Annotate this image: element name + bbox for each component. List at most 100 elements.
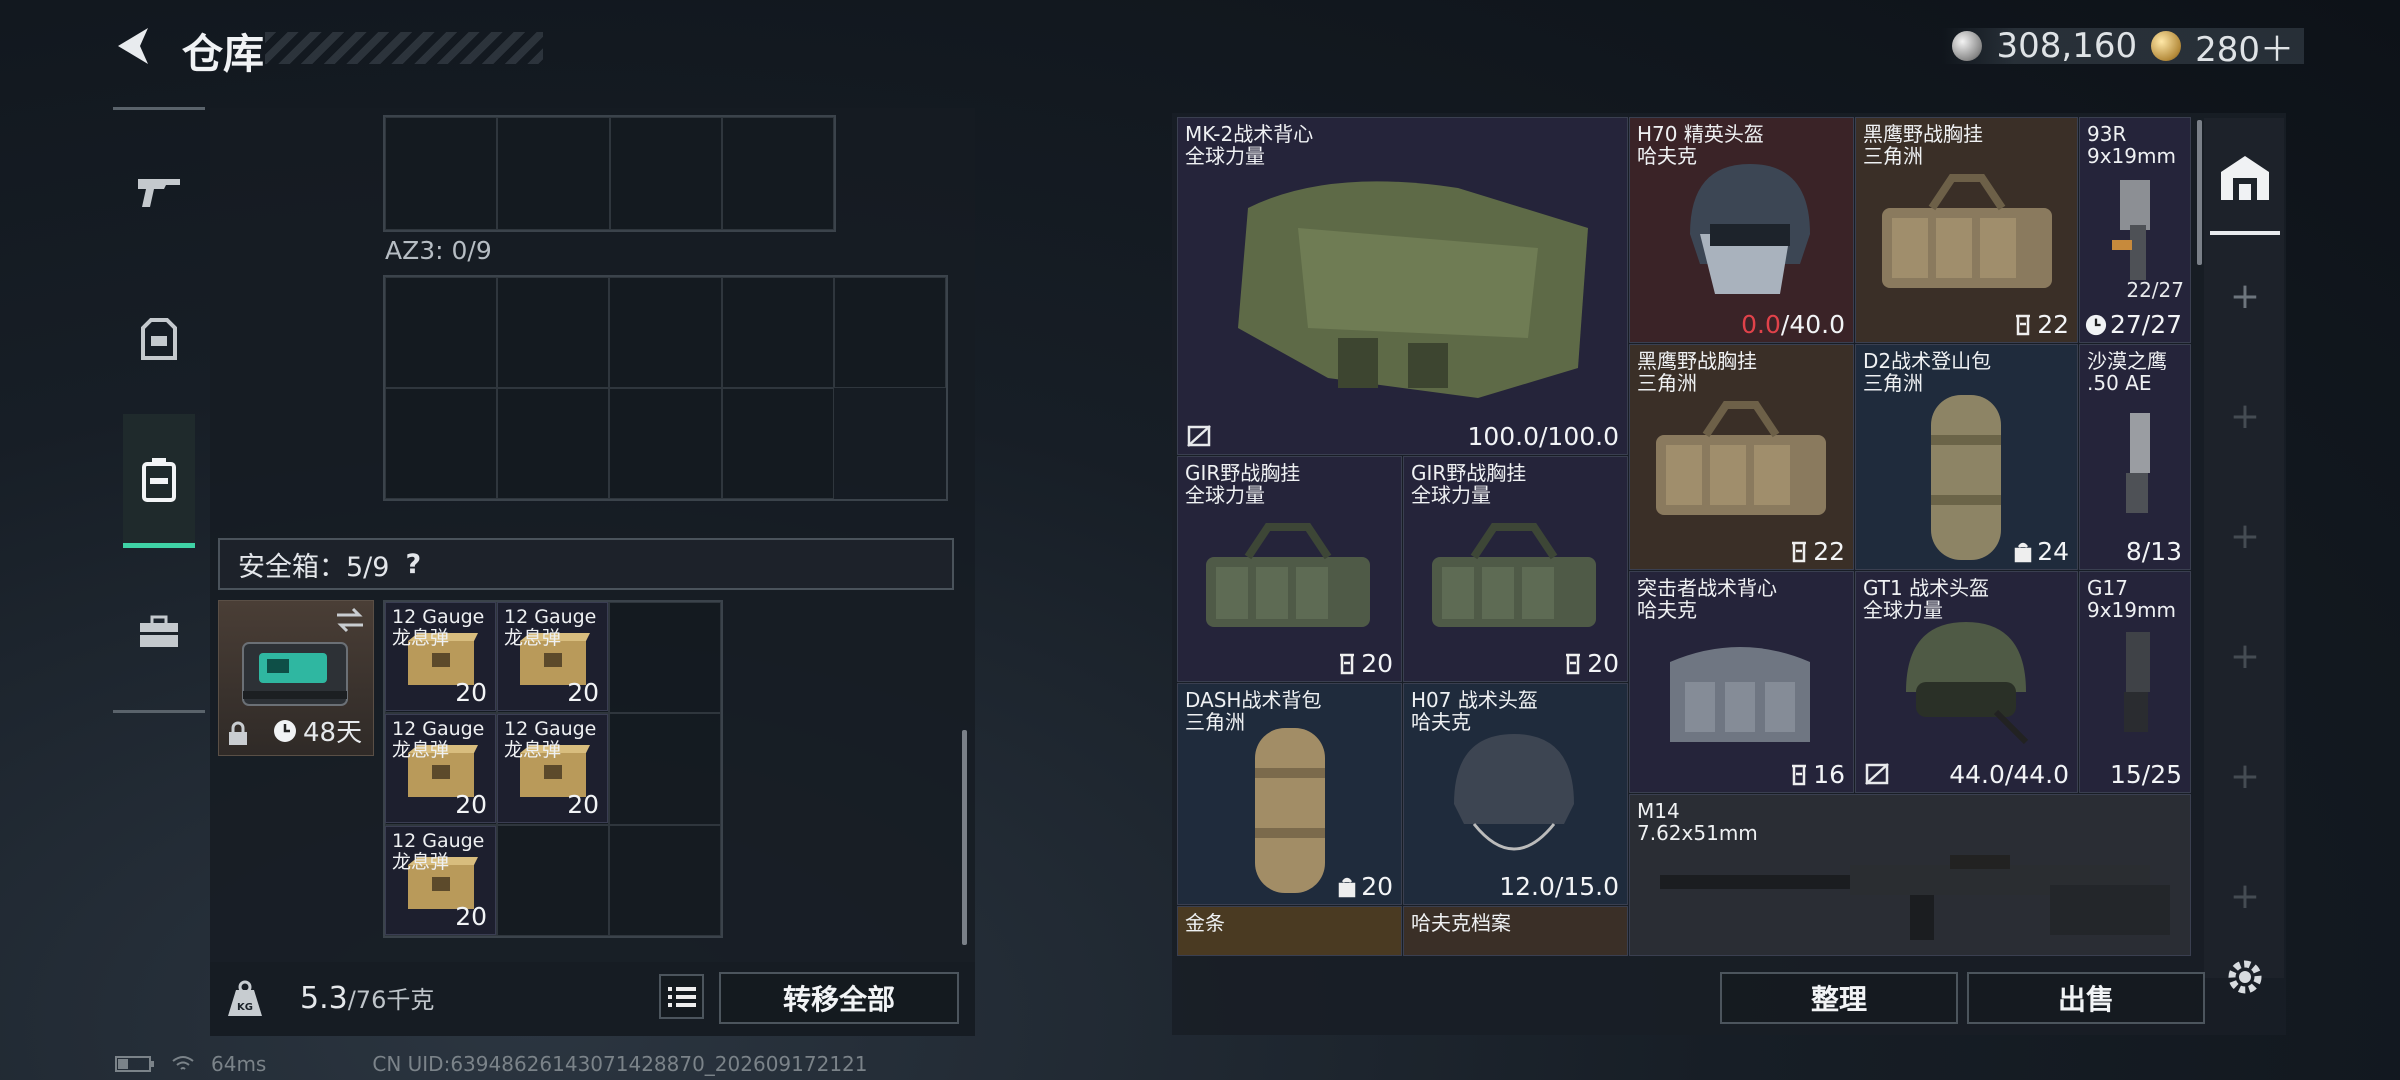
warehouse-icon (2221, 156, 2269, 200)
backpack-icon (142, 457, 176, 502)
durability-low: 0.0 (1741, 310, 1781, 339)
storage-item[interactable]: 93R 9x19mm 22/27 27/27 (2079, 117, 2191, 343)
vest-image (1238, 181, 1588, 398)
locked-storage-tab[interactable]: + (2225, 516, 2265, 557)
help-icon[interactable]: ? (405, 549, 421, 580)
pistol-image (2126, 413, 2150, 513)
mag-ammo: 22/27 (2126, 278, 2184, 302)
safe-box-timer: 48天 (273, 712, 362, 749)
vest-image (1670, 647, 1810, 742)
right-scrollbar[interactable] (2197, 120, 2202, 265)
storage-item[interactable]: 黑鹰野战胸挂 三角洲 22 (1855, 117, 2078, 343)
container-grid-top[interactable] (383, 115, 836, 232)
storage-item[interactable]: 哈夫克档案 (1403, 906, 1628, 956)
sort-button[interactable]: 整理 (1720, 972, 1958, 1024)
sell-button[interactable]: 出售 (1967, 972, 2205, 1024)
storage-item[interactable]: D2战术登山包 三角洲 24 (1855, 344, 2078, 570)
back-arrow-icon (118, 28, 148, 64)
gun-icon (138, 179, 180, 207)
gear-icon (2228, 960, 2262, 994)
chest-rig-image (1206, 523, 1370, 627)
toolbox-icon (140, 615, 178, 647)
capacity-icon (1566, 653, 1581, 674)
storage-item[interactable]: M14 7.62x51mm (1629, 794, 2191, 956)
gold-amount[interactable]: 280＋ (2195, 22, 2294, 71)
safe-box-image (242, 642, 348, 706)
chest-rig-image (1432, 523, 1596, 627)
uid-text: CN UID:6394862614307142887​0_20260917212… (372, 1052, 868, 1076)
chest-rig-image (1882, 174, 2052, 288)
rifle-image (1660, 855, 2170, 940)
silver-amount: 308,160 (1996, 26, 2138, 66)
currency-bar: 308,160 280＋ (1942, 26, 2304, 70)
battery-icon (115, 1056, 154, 1072)
lock-icon (229, 721, 247, 745)
safe-box-label: 安全箱：5/9 (238, 551, 390, 583)
timer-text: 48天 (303, 718, 363, 748)
clock-icon (2085, 314, 2107, 335)
no-repair-icon (1187, 425, 1211, 447)
locked-storage-tab[interactable]: + (2225, 396, 2265, 437)
weight-icon: KG (228, 980, 262, 1016)
weight-readout: 5.3/76千克 (300, 980, 434, 1016)
locked-storage-tab[interactable]: + (2225, 876, 2265, 917)
az3-grid[interactable] (383, 275, 948, 501)
svg-text:KG: KG (237, 1002, 253, 1013)
tab-armor[interactable] (123, 288, 195, 392)
left-scrollbar[interactable] (962, 730, 967, 945)
helmet-image (1690, 164, 1810, 294)
back-button[interactable] (110, 22, 158, 70)
weight-max: /76千克 (347, 986, 435, 1014)
storage-item[interactable]: GIR野战胸挂 全球力量 20 (1177, 456, 1402, 682)
swap-icon[interactable] (335, 607, 365, 633)
storage-item[interactable]: 突击者战术背心 哈夫克 16 (1629, 571, 1854, 793)
chest-rig-image (1656, 401, 1826, 515)
az3-label: AZ3: 0/9 (385, 236, 492, 265)
tab-weapons[interactable] (123, 140, 195, 244)
pistol-image (2112, 180, 2150, 280)
storage-item[interactable]: H70 精英头盔 哈夫克 0.0/40.0 (1629, 117, 1854, 343)
page-title: 仓库 (182, 30, 264, 78)
storage-item[interactable]: GIR野战胸挂 全球力量 20 (1403, 456, 1628, 682)
tab-backpack[interactable] (123, 414, 195, 548)
safe-box-item[interactable]: 48天 (218, 600, 374, 756)
add-storage-tab[interactable]: + (2225, 276, 2265, 317)
wifi-icon (172, 1056, 194, 1070)
capacity-icon (1792, 541, 1807, 562)
storage-item[interactable]: MK-2战术背心 全球力量 100.0/100.0 (1177, 117, 1628, 455)
helmet-image (1906, 622, 2029, 745)
storage-item[interactable]: GT1 战术头盔 全球力量 44.0/44.0 (1855, 571, 2078, 793)
no-repair-icon (1865, 763, 1889, 785)
capacity-icon (1792, 764, 1807, 785)
storage-item[interactable]: DASH战术背包 三角洲 20 (1177, 683, 1402, 905)
duffel-bag-image (1931, 395, 2001, 560)
armor-icon (141, 318, 177, 360)
storage-item[interactable]: 黑鹰野战胸挂 三角洲 22 (1629, 344, 1854, 570)
weight-current: 5.3 (300, 981, 348, 1016)
settings-button[interactable] (2222, 954, 2268, 1004)
helmet-image (1454, 734, 1574, 851)
locked-storage-tab[interactable]: + (2225, 756, 2265, 797)
storage-item[interactable]: 金条 (1177, 906, 1402, 956)
safe-box-bar: 安全箱：5/9 ? (218, 538, 954, 590)
ammo-item[interactable]: 12 Gauge 龙息弹 20 (385, 826, 496, 935)
list-icon (667, 986, 696, 1007)
ammo-item[interactable]: 12 Gauge 龙息弹 20 (497, 714, 608, 823)
ammo-item[interactable]: 12 Gauge 龙息弹 20 (385, 714, 496, 823)
storage-tab-main[interactable] (2210, 125, 2280, 235)
ammo-item[interactable]: 12 Gauge 龙息弹 20 (385, 602, 496, 711)
bag-capacity-icon (2014, 542, 2032, 562)
list-view-button[interactable] (659, 974, 704, 1019)
ammo-item[interactable]: 12 Gauge 龙息弹 20 (497, 602, 608, 711)
transfer-all-button[interactable]: 转移全部 (719, 972, 959, 1024)
category-sidebar (113, 107, 205, 713)
status-footer: 64ms CN UID:6394862614307142887​0_202609… (115, 1052, 868, 1076)
bag-capacity-icon (1338, 877, 1356, 897)
locked-storage-tab[interactable]: + (2225, 636, 2265, 677)
storage-item[interactable]: 沙漠之鹰 .50 AE 8/13 (2079, 344, 2191, 570)
pistol-image (2124, 632, 2150, 732)
storage-item[interactable]: H07 战术头盔 哈夫克 12.0/15.0 (1403, 683, 1628, 905)
tab-toolbox[interactable] (123, 580, 195, 684)
storage-item[interactable]: G17 9x19mm 15/25 (2079, 571, 2191, 793)
gold-coin-icon (2151, 31, 2182, 61)
